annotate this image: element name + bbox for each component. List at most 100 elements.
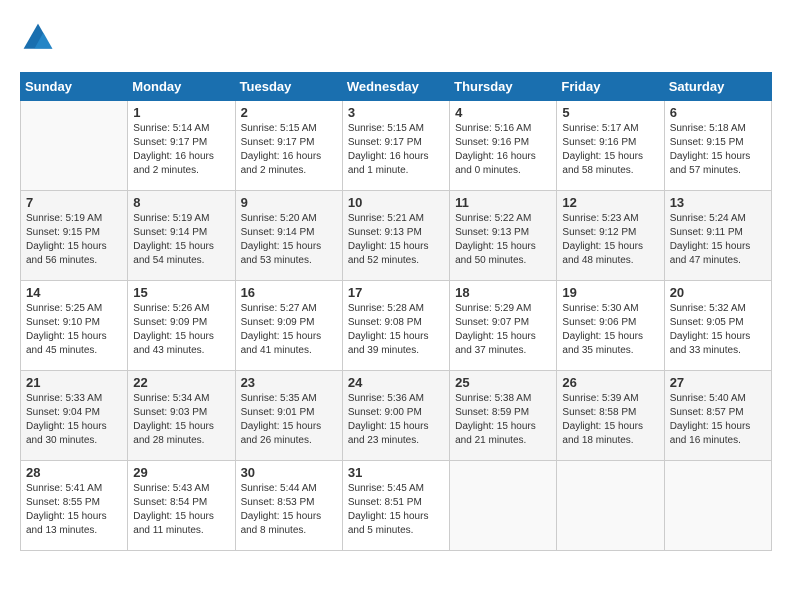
- calendar-cell: 30Sunrise: 5:44 AM Sunset: 8:53 PM Dayli…: [235, 461, 342, 551]
- header-day: Friday: [557, 73, 664, 101]
- day-info: Sunrise: 5:26 AM Sunset: 9:09 PM Dayligh…: [133, 302, 229, 358]
- calendar-table: SundayMondayTuesdayWednesdayThursdayFrid…: [20, 72, 772, 551]
- calendar-cell: 31 Sunrise: 5:45 AM Sunset: 8:51 PM Dayli…: [342, 461, 449, 551]
- calendar-cell: 28Sunrise: 5:41 AM Sunset: 8:55 PM Dayli…: [21, 461, 128, 551]
- calendar-cell: 24 Sunrise: 5:36 AM Sunset: 9:00 PM Dayli…: [342, 371, 449, 461]
- day-info: Sunrise: 5:25 AM Sunset: 9:10 PM Dayligh…: [26, 302, 122, 358]
- day-number: 31: [348, 465, 444, 480]
- day-info: Sunrise: 5:15 AM Sunset: 9:17 PM Dayligh…: [348, 122, 444, 178]
- day-number: 19: [562, 285, 658, 300]
- day-info: Sunrise: 5:39 AM Sunset: 8:58 PM Dayligh…: [562, 392, 658, 448]
- day-number: 16: [241, 285, 337, 300]
- day-info: Sunrise: 5:22 AM Sunset: 9:13 PM Dayligh…: [455, 212, 551, 268]
- day-info: Sunrise: 5:23 AM Sunset: 9:12 PM Dayligh…: [562, 212, 658, 268]
- day-number: 5: [562, 105, 658, 120]
- calendar-cell: 29 Sunrise: 5:43 AM Sunset: 8:54 PM Dayli…: [128, 461, 235, 551]
- calendar-cell: [21, 101, 128, 191]
- header-day: Monday: [128, 73, 235, 101]
- calendar-cell: 2 Sunrise: 5:15 AM Sunset: 9:17 PM Daylig…: [235, 101, 342, 191]
- day-number: 4: [455, 105, 551, 120]
- day-info: Sunrise: 5:40 AM Sunset: 8:57 PM Dayligh…: [670, 392, 766, 448]
- day-number: 29: [133, 465, 229, 480]
- day-number: 13: [670, 195, 766, 210]
- day-info: Sunrise: 5:19 AM Sunset: 9:15 PM Dayligh…: [26, 212, 122, 268]
- calendar-cell: 5 Sunrise: 5:17 AM Sunset: 9:16 PM Daylig…: [557, 101, 664, 191]
- day-info: Sunrise: 5:24 AM Sunset: 9:11 PM Dayligh…: [670, 212, 766, 268]
- day-number: 18: [455, 285, 551, 300]
- day-info: Sunrise: 5:20 AM Sunset: 9:14 PM Dayligh…: [241, 212, 337, 268]
- calendar-cell: 7 Sunrise: 5:19 AM Sunset: 9:15 PM Daylig…: [21, 191, 128, 281]
- day-info: Sunrise: 5:15 AM Sunset: 9:17 PM Dayligh…: [241, 122, 337, 178]
- calendar-week-row: 21Sunrise: 5:33 AM Sunset: 9:04 PM Dayli…: [21, 371, 772, 461]
- day-info: Sunrise: 5:16 AM Sunset: 9:16 PM Dayligh…: [455, 122, 551, 178]
- day-info: Sunrise: 5:36 AM Sunset: 9:00 PM Dayligh…: [348, 392, 444, 448]
- calendar-cell: 12 Sunrise: 5:23 AM Sunset: 9:12 PM Dayli…: [557, 191, 664, 281]
- header-day: Thursday: [450, 73, 557, 101]
- day-number: 12: [562, 195, 658, 210]
- calendar-cell: 15Sunrise: 5:26 AM Sunset: 9:09 PM Dayli…: [128, 281, 235, 371]
- day-number: 9: [241, 195, 337, 210]
- calendar-cell: 22 Sunrise: 5:34 AM Sunset: 9:03 PM Dayli…: [128, 371, 235, 461]
- day-info: Sunrise: 5:45 AM Sunset: 8:51 PM Dayligh…: [348, 482, 444, 538]
- day-number: 22: [133, 375, 229, 390]
- header-day: Tuesday: [235, 73, 342, 101]
- day-number: 14: [26, 285, 122, 300]
- day-number: 2: [241, 105, 337, 120]
- day-number: 8: [133, 195, 229, 210]
- day-number: 25: [455, 375, 551, 390]
- day-info: Sunrise: 5:21 AM Sunset: 9:13 PM Dayligh…: [348, 212, 444, 268]
- logo: [20, 20, 60, 56]
- calendar-cell: 26 Sunrise: 5:39 AM Sunset: 8:58 PM Dayli…: [557, 371, 664, 461]
- day-info: Sunrise: 5:35 AM Sunset: 9:01 PM Dayligh…: [241, 392, 337, 448]
- day-info: Sunrise: 5:17 AM Sunset: 9:16 PM Dayligh…: [562, 122, 658, 178]
- calendar-week-row: 28Sunrise: 5:41 AM Sunset: 8:55 PM Dayli…: [21, 461, 772, 551]
- header-day: Wednesday: [342, 73, 449, 101]
- day-number: 10: [348, 195, 444, 210]
- day-info: Sunrise: 5:18 AM Sunset: 9:15 PM Dayligh…: [670, 122, 766, 178]
- calendar-cell: 19 Sunrise: 5:30 AM Sunset: 9:06 PM Dayli…: [557, 281, 664, 371]
- day-info: Sunrise: 5:19 AM Sunset: 9:14 PM Dayligh…: [133, 212, 229, 268]
- day-info: Sunrise: 5:30 AM Sunset: 9:06 PM Dayligh…: [562, 302, 658, 358]
- calendar-cell: 17 Sunrise: 5:28 AM Sunset: 9:08 PM Dayli…: [342, 281, 449, 371]
- day-number: 27: [670, 375, 766, 390]
- day-info: Sunrise: 5:43 AM Sunset: 8:54 PM Dayligh…: [133, 482, 229, 538]
- calendar-cell: 6 Sunrise: 5:18 AM Sunset: 9:15 PM Daylig…: [664, 101, 771, 191]
- calendar-cell: 25 Sunrise: 5:38 AM Sunset: 8:59 PM Dayli…: [450, 371, 557, 461]
- day-number: 6: [670, 105, 766, 120]
- day-number: 24: [348, 375, 444, 390]
- calendar-week-row: 14 Sunrise: 5:25 AM Sunset: 9:10 PM Dayli…: [21, 281, 772, 371]
- day-info: Sunrise: 5:34 AM Sunset: 9:03 PM Dayligh…: [133, 392, 229, 448]
- day-info: Sunrise: 5:28 AM Sunset: 9:08 PM Dayligh…: [348, 302, 444, 358]
- calendar-cell: 18Sunrise: 5:29 AM Sunset: 9:07 PM Dayli…: [450, 281, 557, 371]
- day-info: Sunrise: 5:27 AM Sunset: 9:09 PM Dayligh…: [241, 302, 337, 358]
- day-number: 17: [348, 285, 444, 300]
- calendar-cell: 16 Sunrise: 5:27 AM Sunset: 9:09 PM Dayli…: [235, 281, 342, 371]
- day-info: Sunrise: 5:44 AM Sunset: 8:53 PM Dayligh…: [241, 482, 337, 538]
- calendar-week-row: 7 Sunrise: 5:19 AM Sunset: 9:15 PM Daylig…: [21, 191, 772, 281]
- calendar-cell: 21Sunrise: 5:33 AM Sunset: 9:04 PM Dayli…: [21, 371, 128, 461]
- calendar-cell: 14 Sunrise: 5:25 AM Sunset: 9:10 PM Dayli…: [21, 281, 128, 371]
- day-number: 28: [26, 465, 122, 480]
- day-number: 11: [455, 195, 551, 210]
- day-number: 3: [348, 105, 444, 120]
- calendar-cell: 4 Sunrise: 5:16 AM Sunset: 9:16 PM Daylig…: [450, 101, 557, 191]
- day-info: Sunrise: 5:32 AM Sunset: 9:05 PM Dayligh…: [670, 302, 766, 358]
- calendar-cell: 27 Sunrise: 5:40 AM Sunset: 8:57 PM Dayli…: [664, 371, 771, 461]
- calendar-cell: 3 Sunrise: 5:15 AM Sunset: 9:17 PM Daylig…: [342, 101, 449, 191]
- calendar-cell: 13 Sunrise: 5:24 AM Sunset: 9:11 PM Dayli…: [664, 191, 771, 281]
- day-number: 7: [26, 195, 122, 210]
- calendar-cell: [664, 461, 771, 551]
- header-row: SundayMondayTuesdayWednesdayThursdayFrid…: [21, 73, 772, 101]
- day-number: 26: [562, 375, 658, 390]
- day-number: 1: [133, 105, 229, 120]
- calendar-cell: 10 Sunrise: 5:21 AM Sunset: 9:13 PM Dayli…: [342, 191, 449, 281]
- day-number: 23: [241, 375, 337, 390]
- calendar-week-row: 1Sunrise: 5:14 AM Sunset: 9:17 PM Daylig…: [21, 101, 772, 191]
- page-header: [20, 20, 772, 56]
- header-day: Sunday: [21, 73, 128, 101]
- calendar-cell: 8 Sunrise: 5:19 AM Sunset: 9:14 PM Daylig…: [128, 191, 235, 281]
- day-number: 20: [670, 285, 766, 300]
- calendar-cell: [450, 461, 557, 551]
- day-info: Sunrise: 5:38 AM Sunset: 8:59 PM Dayligh…: [455, 392, 551, 448]
- header-day: Saturday: [664, 73, 771, 101]
